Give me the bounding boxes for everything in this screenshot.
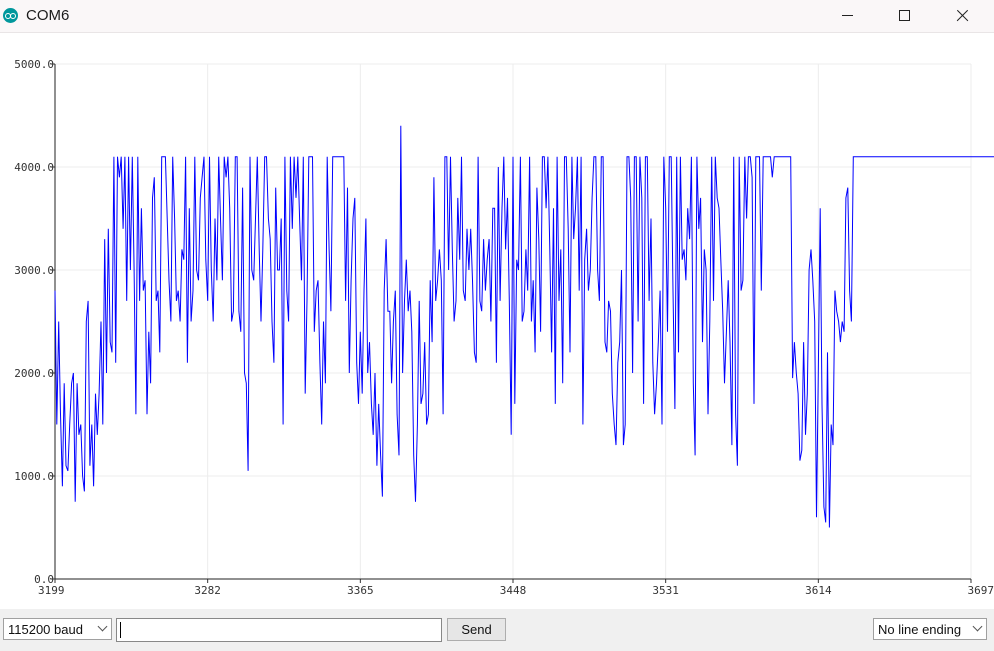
window-title: COM6 — [26, 7, 70, 24]
y-tick-label: 1000.0 — [14, 470, 54, 483]
arduino-icon — [3, 8, 18, 23]
line-ending-select[interactable]: No line ending — [873, 618, 987, 640]
maximize-icon[interactable] — [878, 0, 932, 32]
x-tick-label: 3531 — [652, 584, 679, 597]
y-tick-label: 0.0 — [34, 573, 54, 586]
line-ending-value: No line ending — [878, 622, 962, 637]
title-bar: COM6 — [0, 0, 994, 33]
y-tick-label: 5000.0 — [14, 58, 54, 71]
chart-axes — [51, 63, 972, 583]
bottom-toolbar: 115200 baud Send No line ending — [0, 609, 994, 651]
chart-tick-labels: 3199 3282 3365 3448 3531 3614 36970.01000.0200… — [14, 58, 994, 597]
baud-rate-value: 115200 baud — [8, 622, 83, 637]
send-button[interactable]: Send — [447, 618, 506, 641]
y-tick-label: 3000.0 — [14, 264, 54, 277]
send-input-box[interactable] — [116, 618, 442, 642]
minimize-icon[interactable] — [822, 0, 876, 32]
y-tick-label: 4000.0 — [14, 161, 54, 174]
x-tick-label: 3697 — [968, 584, 994, 597]
x-tick-label: 3448 — [500, 584, 527, 597]
chevron-down-icon — [972, 621, 983, 632]
chart-grid — [54, 63, 972, 580]
y-tick-label: 2000.0 — [14, 367, 54, 380]
send-input[interactable] — [125, 622, 429, 639]
baud-rate-select[interactable]: 115200 baud — [3, 618, 112, 640]
chevron-down-icon — [97, 621, 108, 632]
series-line — [54, 125, 994, 528]
serial-plotter-chart: 3199 3282 3365 3448 3531 3614 36970.01000.0200… — [14, 58, 994, 597]
close-icon[interactable] — [936, 0, 990, 32]
x-tick-label: 3614 — [805, 584, 832, 597]
x-tick-label: 3365 — [347, 584, 374, 597]
x-tick-label: 3282 — [194, 584, 221, 597]
